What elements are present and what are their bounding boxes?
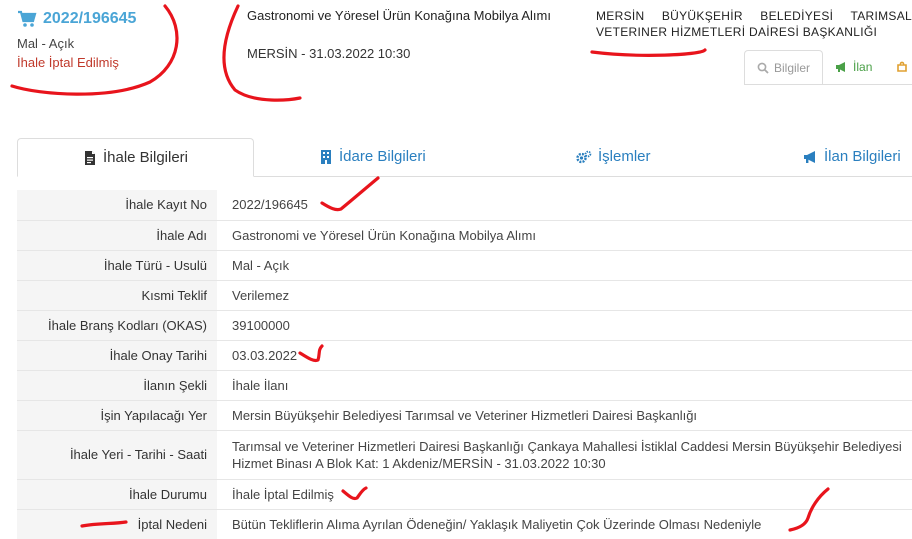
puzzle-icon xyxy=(897,61,908,72)
tender-status: İhale İptal Edilmiş xyxy=(17,55,119,70)
document-icon xyxy=(84,150,95,165)
tender-details-table: İhale Kayıt No 2022/196645 İhale Adı Gas… xyxy=(17,190,912,539)
ikn-number: 2022/196645 xyxy=(43,10,137,27)
mini-tab-ilan[interactable]: İlan xyxy=(823,50,884,84)
table-row: İşin Yapılacağı Yer Mersin Büyükşehir Be… xyxy=(17,399,912,430)
table-row: İhale Durumu İhale İptal Edilmiş xyxy=(17,478,912,509)
row-value: Mersin Büyükşehir Belediyesi Tarımsal ve… xyxy=(217,399,912,430)
row-label: İhale Branş Kodları (OKAS) xyxy=(17,309,217,340)
row-label: İhale Adı xyxy=(17,219,217,250)
mini-tab-label: Bilgiler xyxy=(774,60,811,75)
row-label: İhale Onay Tarihi xyxy=(17,339,217,370)
tab-label: İhale Bilgileri xyxy=(102,149,189,166)
building-icon xyxy=(321,149,331,164)
mini-tabs-divider xyxy=(744,84,912,85)
table-row: İhale Adı Gastronomi ve Yöresel Ürün Kon… xyxy=(17,219,912,250)
mini-tab-bilgiler[interactable]: Bilgiler xyxy=(744,50,824,84)
mini-tab-extra[interactable] xyxy=(884,50,908,84)
row-label: İptal Nedeni xyxy=(17,508,217,539)
row-value: 2022/196645 xyxy=(232,197,308,213)
tab-ihale-bilgileri[interactable]: İhale Bilgileri xyxy=(17,138,254,177)
tab-ilan-bilgileri[interactable]: İlan Bilgileri xyxy=(802,138,901,175)
search-icon xyxy=(757,62,769,74)
mini-tab-label: İlan xyxy=(853,60,873,74)
row-label: İlanın Şekli xyxy=(17,369,217,400)
row-label: İhale Durumu xyxy=(17,478,217,509)
row-value: Mal - Açık xyxy=(217,249,912,280)
row-label: Kısmi Teklif xyxy=(17,279,217,310)
header-mini-tabs: Bilgiler İlan xyxy=(744,50,908,84)
tender-summary: 2022/196645 Mal - Açık İhale İptal Edilm… xyxy=(17,10,136,70)
row-value: Tarımsal ve Veteriner Hizmetleri Dairesi… xyxy=(217,429,912,479)
megaphone-icon xyxy=(804,150,815,163)
table-row: İhale Onay Tarihi 03.03.2022 xyxy=(17,339,912,370)
tender-ikn[interactable]: 2022/196645 xyxy=(17,10,136,28)
tab-label: İlan Bilgileri xyxy=(824,148,901,165)
tender-header-info: Gastronomi ve Yöresel Ürün Konağına Mobi… xyxy=(247,8,557,61)
table-row: Kısmi Teklif Verilemez xyxy=(17,279,912,310)
row-label: İhale Kayıt No xyxy=(17,190,217,220)
table-row: İhale Branş Kodları (OKAS) 39100000 xyxy=(17,309,912,340)
tab-islemler[interactable]: İşlemler xyxy=(575,138,651,175)
tab-label: İdare Bilgileri xyxy=(339,148,426,165)
table-row: İlanın Şekli İhale İlanı xyxy=(17,369,912,400)
annotation-underline-agency xyxy=(590,48,707,57)
table-row: İhale Türü - Usulü Mal - Açık xyxy=(17,249,912,280)
megaphone-icon xyxy=(836,62,846,72)
row-value: İhale İptal Edilmiş xyxy=(217,478,912,509)
row-value-text: Tarımsal ve Veteriner Hizmetleri Dairesi… xyxy=(232,438,902,471)
tab-idare-bilgileri[interactable]: İdare Bilgileri xyxy=(319,138,426,175)
gears-icon xyxy=(576,150,592,163)
row-label: İhale Türü - Usulü xyxy=(17,249,217,280)
agency-name: MERSİN BÜYÜKŞEHİR BELEDİYESİ TARIMSAL VE… xyxy=(596,9,912,39)
tender-type: Mal - Açık xyxy=(17,36,75,51)
table-row: İhale Yeri - Tarihi - Saati Tarımsal ve … xyxy=(17,429,912,479)
cart-icon xyxy=(18,10,37,27)
row-value: İhale İlanı xyxy=(217,369,912,400)
agency-info: MERSİN BÜYÜKŞEHİR BELEDİYESİ TARIMSAL VE… xyxy=(596,8,912,40)
row-value: 03.03.2022 xyxy=(217,339,912,370)
row-value: Gastronomi ve Yöresel Ürün Konağına Mobi… xyxy=(217,219,912,250)
tab-label: İşlemler xyxy=(598,148,651,165)
tender-place-date: MERSİN - 31.03.2022 10:30 xyxy=(247,46,411,61)
row-label: İşin Yapılacağı Yer xyxy=(17,399,217,430)
row-value: 39100000 xyxy=(217,309,912,340)
table-row: İptal Nedeni Bütün Tekliflerin Alıma Ayr… xyxy=(17,508,912,539)
table-row: İhale Kayıt No 2022/196645 xyxy=(17,190,912,220)
row-label: İhale Yeri - Tarihi - Saati xyxy=(17,429,217,479)
row-value: Verilemez xyxy=(217,279,912,310)
tender-title: Gastronomi ve Yöresel Ürün Konağına Mobi… xyxy=(247,8,551,23)
tender-tabs: İhale Bilgileri İdare Bilgileri İşlemler… xyxy=(17,138,912,177)
row-value: Bütün Tekliflerin Alıma Ayrılan Ödeneğin… xyxy=(217,508,912,539)
